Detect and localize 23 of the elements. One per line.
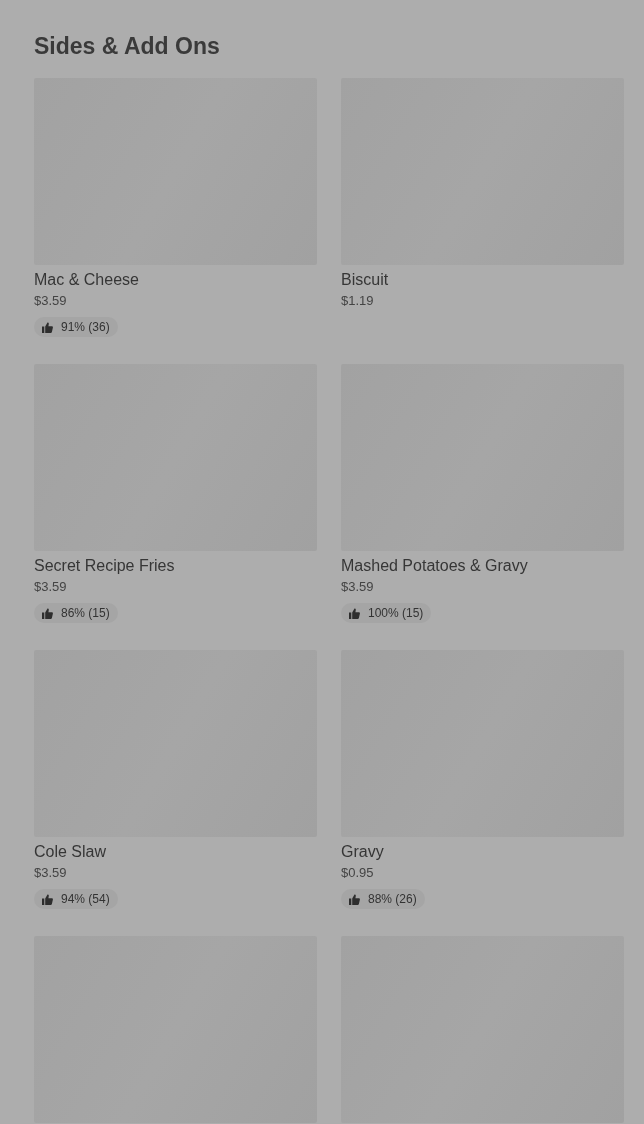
rating-badge: 86% (15): [34, 603, 118, 623]
section-title: Sides & Add Ons: [34, 32, 221, 60]
item-price: $3.59: [34, 579, 67, 595]
thumbs-up-icon: [42, 893, 53, 905]
item-price: $3.59: [341, 579, 374, 595]
item-name[interactable]: Secret Recipe Fries: [34, 556, 175, 576]
item-price: $0.95: [341, 865, 374, 881]
item-name[interactable]: Gravy: [341, 842, 384, 862]
item-name[interactable]: Mashed Potatoes & Gravy: [341, 556, 528, 576]
thumbs-up-icon: [349, 893, 360, 905]
thumbs-up-icon: [349, 607, 360, 619]
rating-badge: 94% (54): [34, 889, 118, 909]
item-price: $3.59: [34, 293, 67, 309]
item-name[interactable]: Mac & Cheese: [34, 270, 139, 290]
item-price: $1.19: [341, 293, 374, 309]
thumbs-up-icon: [42, 607, 53, 619]
rating-badge: 91% (36): [34, 317, 118, 337]
item-price: $3.59: [34, 865, 67, 881]
rating-badge: 100% (15): [341, 603, 432, 623]
item-name[interactable]: Biscuit: [341, 270, 389, 290]
rating-badge: 88% (26): [341, 889, 425, 909]
thumbs-up-icon: [42, 321, 53, 333]
item-name[interactable]: Cole Slaw: [34, 842, 107, 862]
